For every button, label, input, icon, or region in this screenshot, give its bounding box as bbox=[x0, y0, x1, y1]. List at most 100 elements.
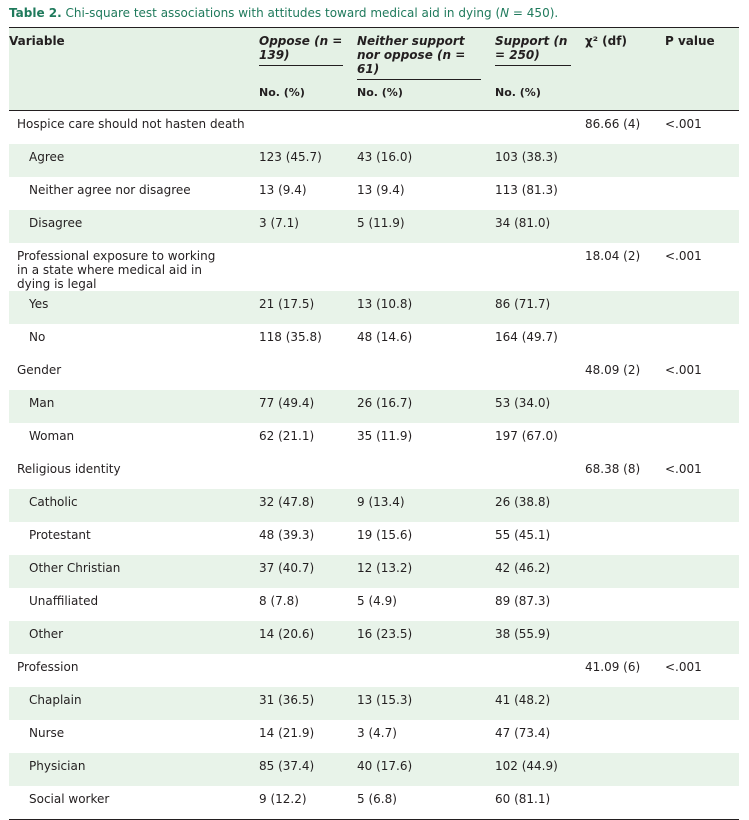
table-group-row: Profession 41.09 (6) <.001 bbox=[9, 654, 739, 687]
cell-support: 60 (81.1) bbox=[495, 792, 551, 806]
cell-label: Physician bbox=[9, 753, 259, 786]
cell-neither: 43 (16.0) bbox=[357, 144, 495, 177]
cell-label: Hospice care should not hasten death bbox=[17, 117, 245, 131]
cell-neither bbox=[357, 456, 495, 489]
cell-support: 164 (49.7) bbox=[495, 330, 558, 344]
cell-support: 41 (48.2) bbox=[495, 687, 585, 720]
results-table: Variable Oppose (n = 139) Neither suppor… bbox=[9, 27, 739, 820]
table-row: Physician 85 (37.4) 40 (17.6) 102 (44.9) bbox=[9, 753, 739, 786]
table-row: Disagree 3 (7.1) 5 (11.9) 34 (81.0) bbox=[9, 210, 739, 243]
table-caption: Table 2. Chi-square test associations wi… bbox=[9, 6, 558, 20]
cell-label: Professional exposure to working in a st… bbox=[17, 249, 216, 291]
cell-oppose: 32 (47.8) bbox=[259, 489, 357, 522]
cell-neither bbox=[357, 654, 495, 687]
cell-neither: 5 (6.8) bbox=[357, 792, 397, 806]
cell-label: Catholic bbox=[9, 489, 259, 522]
cell-neither bbox=[357, 243, 495, 291]
cell-support: 38 (55.9) bbox=[495, 621, 585, 654]
cell-p bbox=[665, 177, 739, 210]
cell-chi bbox=[585, 423, 665, 456]
cell-p: <.001 bbox=[665, 249, 702, 263]
cell-chi bbox=[585, 144, 665, 177]
cell-oppose: 48 (39.3) bbox=[259, 528, 315, 542]
cell-neither: 13 (15.3) bbox=[357, 687, 495, 720]
cell-neither: 16 (23.5) bbox=[357, 621, 495, 654]
cell-p bbox=[665, 291, 739, 324]
cell-neither bbox=[357, 111, 495, 145]
cell-p bbox=[665, 687, 739, 720]
cell-neither: 48 (14.6) bbox=[357, 330, 413, 344]
table-row: Nurse 14 (21.9) 3 (4.7) 47 (73.4) bbox=[9, 720, 739, 753]
table-body: Hospice care should not hasten death 86.6… bbox=[9, 111, 739, 820]
cell-support: 26 (38.8) bbox=[495, 489, 585, 522]
table-row: Social worker 9 (12.2) 5 (6.8) 60 (81.1) bbox=[9, 786, 739, 820]
header-p-value: P value bbox=[665, 27, 739, 83]
cell-support bbox=[495, 357, 585, 390]
cell-p bbox=[665, 621, 739, 654]
cell-support: 86 (71.7) bbox=[495, 291, 585, 324]
cell-neither: 13 (10.8) bbox=[357, 291, 495, 324]
cell-label: Social worker bbox=[29, 792, 110, 806]
cell-support: 42 (46.2) bbox=[495, 555, 585, 588]
table-title: Chi-square test associations with attitu… bbox=[65, 6, 559, 20]
cell-chi bbox=[585, 588, 665, 621]
cell-neither: 13 (9.4) bbox=[357, 183, 405, 197]
cell-oppose: 123 (45.7) bbox=[259, 144, 357, 177]
cell-label: Disagree bbox=[9, 210, 259, 243]
cell-p bbox=[665, 144, 739, 177]
cell-neither: 5 (11.9) bbox=[357, 210, 495, 243]
cell-label: Chaplain bbox=[9, 687, 259, 720]
cell-chi bbox=[585, 621, 665, 654]
cell-support: 103 (38.3) bbox=[495, 144, 585, 177]
header-variable: Variable bbox=[9, 27, 259, 83]
header-no-pct-oppose: No. (%) bbox=[259, 83, 357, 111]
cell-chi bbox=[585, 390, 665, 423]
cell-p bbox=[665, 588, 739, 621]
table-group-row: Gender 48.09 (2) <.001 bbox=[9, 357, 739, 390]
cell-support bbox=[495, 654, 585, 687]
cell-chi: 48.09 (2) bbox=[585, 363, 641, 377]
cell-oppose: 85 (37.4) bbox=[259, 753, 357, 786]
table-group-row: Hospice care should not hasten death 86.6… bbox=[9, 111, 739, 145]
table-group-row: Professional exposure to working in a st… bbox=[9, 243, 739, 291]
cell-label: Profession bbox=[17, 660, 79, 674]
cell-support bbox=[495, 456, 585, 489]
cell-label: Unaffiliated bbox=[29, 594, 99, 608]
table-row: Unaffiliated 8 (7.8) 5 (4.9) 89 (87.3) bbox=[9, 588, 739, 621]
cell-oppose: 77 (49.4) bbox=[259, 390, 357, 423]
cell-oppose bbox=[259, 654, 357, 687]
table-label: Table 2. bbox=[9, 6, 62, 20]
header-support: Support (n = 250) bbox=[495, 27, 585, 83]
cell-oppose: 37 (40.7) bbox=[259, 555, 357, 588]
cell-p bbox=[665, 522, 739, 555]
cell-oppose: 3 (7.1) bbox=[259, 210, 357, 243]
cell-label: Man bbox=[9, 390, 259, 423]
cell-oppose: 9 (12.2) bbox=[259, 792, 307, 806]
cell-chi bbox=[585, 177, 665, 210]
cell-neither: 9 (13.4) bbox=[357, 489, 495, 522]
cell-chi: 18.04 (2) bbox=[585, 249, 641, 263]
cell-support: 47 (73.4) bbox=[495, 726, 551, 740]
cell-oppose: 14 (21.9) bbox=[259, 726, 315, 740]
cell-chi bbox=[585, 555, 665, 588]
cell-neither: 5 (4.9) bbox=[357, 594, 397, 608]
table-row: Yes 21 (17.5) 13 (10.8) 86 (71.7) bbox=[9, 291, 739, 324]
cell-label: Gender bbox=[17, 363, 62, 377]
cell-label: Other Christian bbox=[9, 555, 259, 588]
cell-chi bbox=[585, 291, 665, 324]
cell-oppose: 14 (20.6) bbox=[259, 621, 357, 654]
header-chi-square: χ² (df) bbox=[585, 27, 665, 83]
table-row: Catholic 32 (47.8) 9 (13.4) 26 (38.8) bbox=[9, 489, 739, 522]
cell-oppose: 8 (7.8) bbox=[259, 594, 299, 608]
cell-oppose: 62 (21.1) bbox=[259, 429, 315, 443]
header-neither: Neither support nor oppose (n = 61) bbox=[357, 27, 495, 83]
cell-support: 102 (44.9) bbox=[495, 753, 585, 786]
cell-chi bbox=[585, 786, 665, 820]
cell-p bbox=[665, 423, 739, 456]
cell-oppose bbox=[259, 111, 357, 145]
cell-chi: 68.38 (8) bbox=[585, 462, 641, 476]
table-row: Chaplain 31 (36.5) 13 (15.3) 41 (48.2) bbox=[9, 687, 739, 720]
cell-label: Nurse bbox=[29, 726, 65, 740]
cell-p bbox=[665, 786, 739, 820]
cell-label: Woman bbox=[29, 429, 75, 443]
